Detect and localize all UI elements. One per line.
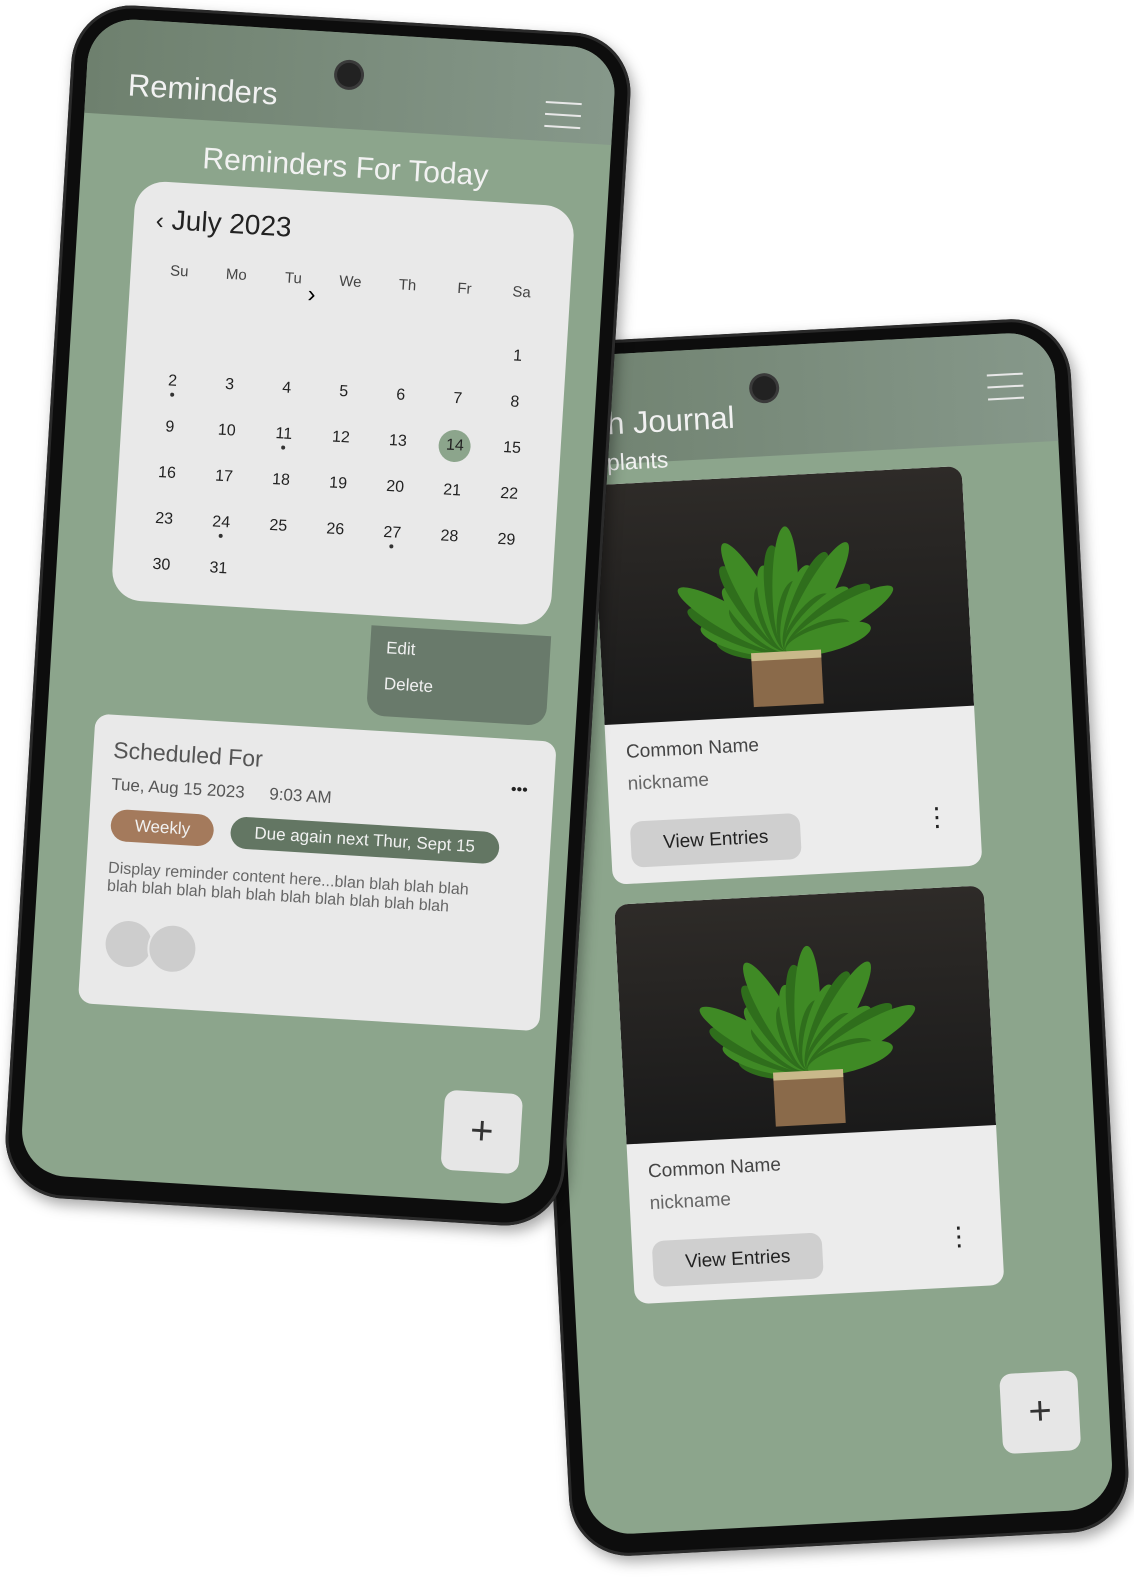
calendar-day[interactable]: 21 [421,480,481,529]
scheduled-time: 9:03 AM [268,784,333,808]
calendar-empty [316,336,376,385]
weekday-label: Mo [225,265,248,285]
weekday-label: Tu [284,269,303,288]
calendar-day[interactable]: 17 [193,466,253,515]
avatar [145,922,199,976]
calendar-empty [430,342,490,391]
view-entries-button[interactable]: View Entries [651,1232,824,1288]
event-dot [280,445,286,450]
calendar-day[interactable]: 5 [313,381,373,430]
reminders-title: Reminders [126,67,279,112]
more-options-icon[interactable]: ••• [510,781,528,800]
calendar-day[interactable]: 1 [487,346,547,395]
calendar-header: ‹ July 2023 [155,203,293,243]
plant-common-name: Common Name [625,734,760,763]
due-badge: Due again next Thur, Sept 15 [229,816,500,865]
calendar-day[interactable]: 15 [481,438,541,487]
plant-common-name: Common Name [647,1154,782,1183]
calendar-day[interactable]: 3 [199,374,259,423]
avatar [104,919,153,969]
calendar-day[interactable]: 9 [139,417,199,466]
plant-nickname: nickname [627,769,710,795]
plant-photo [592,465,975,725]
calendar-day[interactable]: 23 [133,509,193,558]
view-entries-button[interactable]: View Entries [629,812,802,868]
calendar-day[interactable]: 31 [188,558,248,607]
calendar-day[interactable]: 20 [364,477,424,526]
reminders-screen: Reminders Reminders For Today ‹ July 2023… [19,16,618,1207]
plant-card: Common Name nickname View Entries ⋮ [592,465,983,885]
reminder-card[interactable]: Scheduled For ••• Tue, Aug 15 2023 9:03 … [77,713,557,1032]
calendar-day[interactable]: 29 [476,530,536,579]
calendar-day[interactable]: 8 [484,392,544,441]
calendar-empty [145,325,205,374]
weekday-label: Sa [511,283,532,302]
calendar-day[interactable]: 13 [367,431,427,480]
frequency-badge: Weekly [109,808,216,848]
event-dot [169,392,174,397]
weekday-label: We [338,272,363,292]
calendar-day[interactable]: 28 [419,526,479,575]
weekday-label: Su [169,262,190,281]
calendar-day[interactable]: 11 [253,424,313,473]
calendar-day[interactable]: 26 [304,519,364,568]
calendar-empty [202,329,262,378]
calendar-day[interactable]: 4 [256,378,316,427]
calendar-day[interactable]: 6 [370,385,430,434]
calendar-empty [373,339,433,388]
weekday-label: Th [398,276,417,295]
calendar-day[interactable]: 2 [142,371,202,420]
plant-nickname: nickname [649,1189,732,1215]
add-reminder-button[interactable]: + [440,1089,524,1175]
context-menu: Edit Delete [366,625,552,727]
reminder-content: Display reminder content here...blan bla… [106,859,470,916]
calendar-grid: Su Mo Tu We Th Fr Sa 1 2 3 4 5 6 7 8 9 10 11 12 13 14 15 16 17 1… [131,261,551,625]
menu-icon[interactable] [544,100,582,139]
calendar-day[interactable]: 10 [196,420,256,469]
prev-month-icon[interactable]: ‹ [155,207,165,234]
journal-screen: owth Journal rent plants Common Name nic… [525,330,1115,1537]
calendar-empty [259,332,319,381]
more-vert-icon[interactable]: ⋮ [923,801,951,832]
calendar-day[interactable]: 12 [310,427,370,476]
calendar-day[interactable]: 19 [307,473,367,522]
plant-card: Common Name nickname View Entries ⋮ [614,885,1005,1305]
calendar-month: July 2023 [170,204,293,243]
reminders-phone: Reminders Reminders For Today ‹ July 2023… [2,2,634,1229]
weekday-label: Fr [456,279,473,298]
calendar-day[interactable]: 25 [247,516,307,565]
calendar-day[interactable]: 18 [250,470,310,519]
scheduled-date: Tue, Aug 15 2023 [110,774,246,802]
event-dot [389,544,394,549]
calendar-day[interactable]: 27 [362,523,422,572]
event-dot [218,533,223,539]
menu-icon[interactable] [986,372,1025,411]
plant-photo [614,885,997,1145]
calendar-day-selected[interactable]: 14 [424,429,484,483]
scheduled-heading: Scheduled For [112,736,264,772]
calendar-day[interactable]: 30 [131,555,191,604]
calendar-day[interactable]: 22 [478,484,538,533]
calendar-day[interactable]: 24 [190,512,250,561]
add-plant-button[interactable]: + [999,1370,1082,1455]
more-vert-icon[interactable]: ⋮ [945,1220,973,1251]
calendar: ‹ July 2023 › Su Mo Tu We Th Fr Sa 1 2 3 4 5 6 7 8 9 10 11… [110,180,576,627]
calendar-day[interactable]: 16 [136,463,196,512]
